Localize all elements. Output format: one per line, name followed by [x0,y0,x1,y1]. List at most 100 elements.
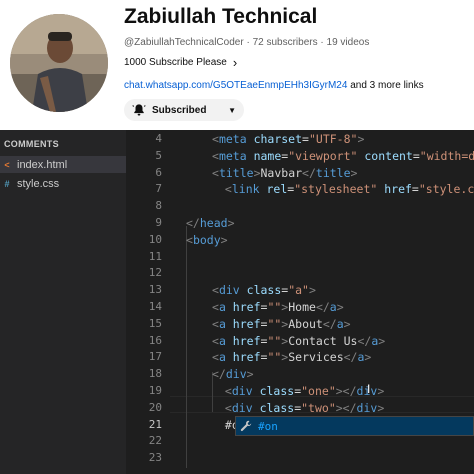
code-token: "one" [301,384,336,398]
code-token: > [377,400,385,415]
code-token: title [218,165,254,180]
code-token: charset [246,132,303,146]
bell-icon [132,104,146,116]
wrench-icon [240,420,252,432]
line-number: 11 [148,249,162,263]
meta-separator: · [320,37,324,48]
code-token: < [218,182,232,197]
code-token: < [212,316,219,331]
code-token: > [227,216,235,230]
code-token: a [336,316,344,331]
code-token: a [218,300,226,314]
code-token: href [225,300,261,314]
channel-name: Zabiullah Technical [124,5,318,28]
channel-avatar[interactable] [10,14,108,112]
line-number: 5 [155,148,162,162]
code-token: > [364,350,372,365]
code-token: > [308,283,316,298]
line-number: 13 [148,283,162,297]
code-token: Home [288,300,316,314]
code-token: Navbar [260,165,303,180]
code-token: < [212,333,219,348]
code-token: > [377,384,385,398]
code-token: = [412,148,420,163]
indent-guide [186,226,187,468]
code-token: a [329,300,337,314]
code-line: <a href="">Contact Us</a> [212,333,385,349]
code-token: </ [357,333,372,348]
file-item-style-css[interactable]: # style.css [0,175,126,192]
line-number: 9 [155,216,162,229]
chevron-right-icon[interactable]: › [233,56,237,69]
code-token: < [212,283,219,298]
code-token: "a" [288,283,309,298]
code-token: About [288,316,323,331]
code-line: <div class="a"> [212,282,316,298]
file-name: style.css [17,177,60,190]
code-token: ></ [335,384,357,398]
code-token: "two" [301,400,336,415]
code-token: < [218,400,232,415]
explorer-header: COMMENTS [4,139,59,149]
code-token: > [220,232,228,247]
code-token: < [212,350,219,365]
code-token: < [212,132,219,146]
code-editor: COMMENTS < index.html # style.css 4 5 6 7 8 9… [0,130,474,474]
css-file-icon: # [4,178,10,189]
code-token: a [218,333,226,348]
line-number: 4 [155,132,162,145]
code-token: title [315,165,351,180]
html-file-icon: < [4,159,10,170]
autocomplete-popup[interactable]: #on [235,416,474,436]
more-links[interactable]: and 3 more links [350,80,423,91]
line-number: 22 [148,434,162,448]
code-token: rel [259,182,288,197]
line-number: 12 [148,266,162,280]
subscribed-button[interactable]: Subscribed ▼ [124,99,244,121]
code-token: body [192,232,221,247]
file-item-index-html[interactable]: < index.html [0,156,126,173]
line-number: 18 [148,367,162,381]
subscribed-label: Subscribed [152,104,207,116]
code-token: > [246,367,254,382]
code-token: < [186,232,193,247]
subscriber-count: 72 subscribers [252,37,318,48]
channel-description[interactable]: 1000 Subscribe Please › [124,56,237,69]
code-token: "style.css" [418,182,474,197]
meta-separator: · [246,37,250,48]
code-token: class [252,384,295,398]
code-token: </ [212,367,226,382]
code-line: <title>Navbar</title> [212,165,357,181]
code-token: > [350,165,358,180]
code-line: <a href="">About</a> [212,316,351,332]
line-number: 21 [148,417,162,431]
code-token: "viewport" [288,148,358,163]
code-line: <body> [186,232,228,248]
code-token: href [225,316,261,331]
code-token: content [357,148,413,163]
line-number: 7 [155,182,162,196]
code-token: ></ [335,400,357,415]
channel-meta: @ZabiullahTechnicalCoder · 72 subscriber… [124,37,369,48]
code-token: > [336,300,344,314]
whatsapp-link[interactable]: chat.whatsapp.com/G5OTEaeEnmpEHh3IGyrM24 [124,80,347,91]
line-number: 6 [155,165,162,179]
code-token: meta [218,132,247,146]
code-token: a [218,316,226,331]
suggestion-label: #on [258,419,278,433]
channel-header: Zabiullah Technical @ZabiullahTechnicalC… [0,0,474,130]
code-token: meta [218,148,247,163]
code-token: </ [302,165,316,180]
suggestion-item[interactable]: #on [236,417,473,435]
code-token: > [253,165,261,180]
code-token: div [356,384,378,398]
code-token: div [218,283,240,298]
line-number: 20 [148,400,162,414]
code-line: <div class="two"></div> [218,400,384,416]
code-line: <a href="">Home</a> [212,299,344,315]
code-token: < [218,384,232,398]
code-token: > [378,333,386,348]
code-token: class [239,283,282,298]
code-token: name [246,148,282,163]
code-line: <div class="one"></div> [218,383,384,399]
